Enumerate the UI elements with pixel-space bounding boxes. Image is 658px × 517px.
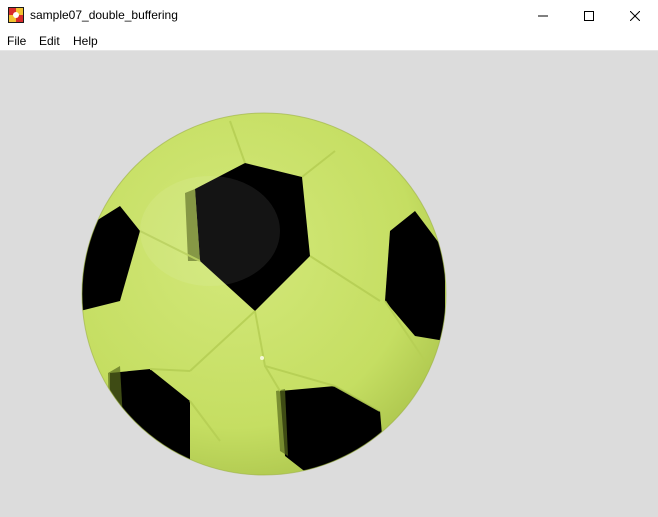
- menu-help[interactable]: Help: [73, 34, 98, 48]
- close-icon: [630, 10, 640, 21]
- drawing-canvas[interactable]: [0, 51, 658, 517]
- window-title: sample07_double_buffering: [30, 8, 178, 22]
- menu-file[interactable]: File: [7, 34, 26, 48]
- close-button[interactable]: [612, 0, 658, 31]
- soccer-ball-image: [81, 112, 447, 476]
- menu-edit[interactable]: Edit: [39, 34, 60, 48]
- maximize-button[interactable]: [566, 0, 612, 31]
- title-bar[interactable]: sample07_double_buffering: [0, 0, 658, 31]
- app-window: sample07_double_buffering File Edit Help: [0, 0, 658, 517]
- app-icon[interactable]: [8, 7, 24, 23]
- maximize-icon: [584, 10, 594, 21]
- minimize-icon: [538, 11, 548, 21]
- menu-bar: File Edit Help: [0, 31, 658, 50]
- minimize-button[interactable]: [520, 0, 566, 31]
